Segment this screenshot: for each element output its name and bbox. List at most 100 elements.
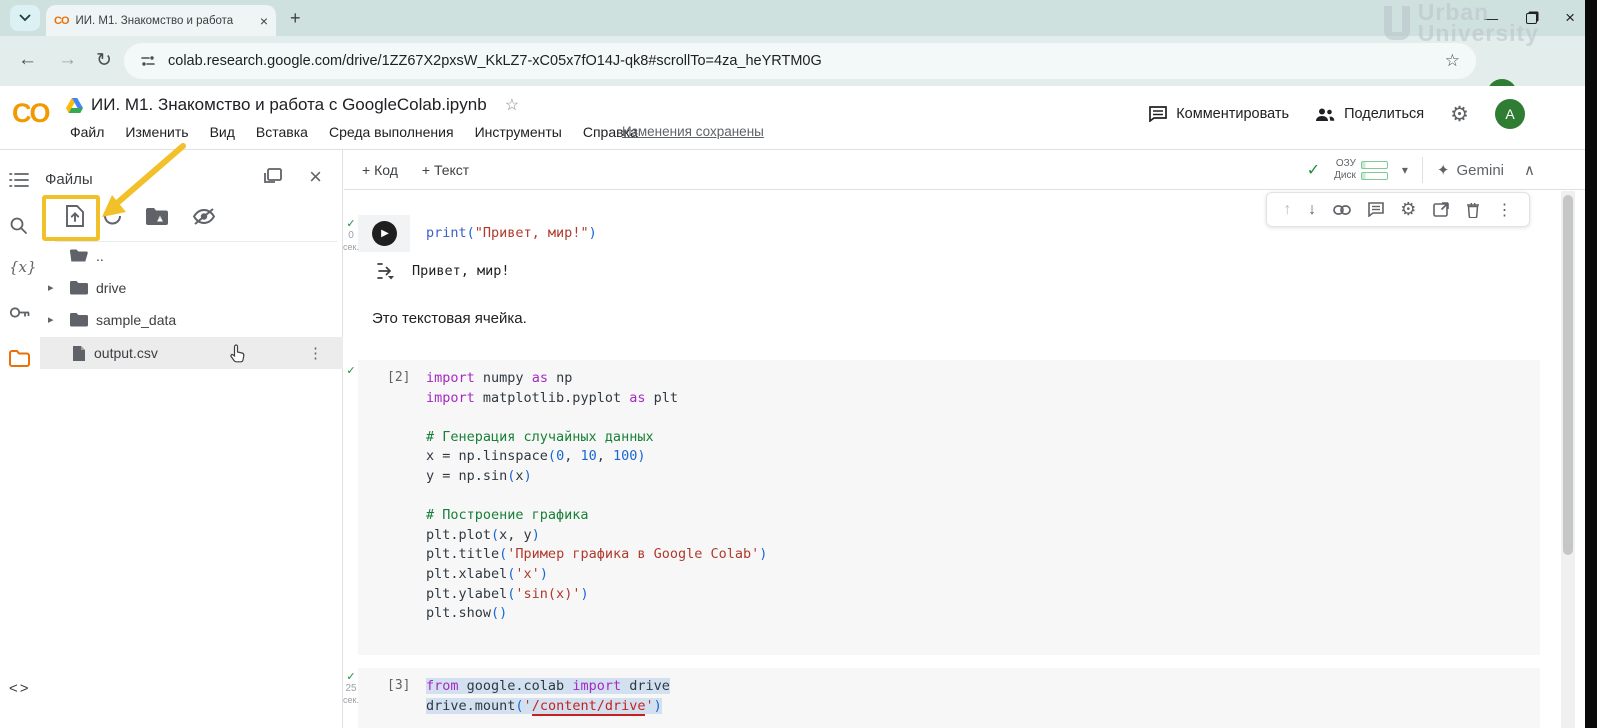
code-line: print("Привет, мир!") bbox=[426, 224, 597, 244]
files-folder-icon-active[interactable] bbox=[9, 350, 30, 367]
code-line: plt.title('Пример графика в Google Colab… bbox=[426, 545, 1530, 565]
cell-exec-time: 0 bbox=[343, 230, 359, 242]
chevron-down-icon bbox=[19, 14, 31, 22]
code-cell-2[interactable]: [2] import numpy as npimport matplotlib.… bbox=[358, 360, 1540, 655]
comment-button[interactable]: Комментировать bbox=[1149, 106, 1289, 122]
delete-cell-trash-icon[interactable] bbox=[1466, 202, 1480, 218]
file-options-kebab-icon[interactable]: ⋮ bbox=[308, 344, 325, 362]
cell-2-gutter: ✓ bbox=[343, 366, 359, 377]
output-icon[interactable] bbox=[376, 262, 395, 280]
notebook-area: + Код + Текст ✓ ОЗУ Диск ▾ ✦ bbox=[344, 150, 1585, 728]
file-icon bbox=[72, 345, 86, 362]
browser-tab[interactable]: CO ИИ. М1. Знакомство и работа × bbox=[46, 5, 276, 36]
search-icon[interactable] bbox=[9, 216, 28, 235]
code-snippets-icon[interactable]: <> bbox=[9, 680, 31, 697]
site-settings-icon[interactable] bbox=[140, 53, 156, 69]
left-rail: {x} <> bbox=[0, 150, 40, 728]
refresh-files-icon[interactable] bbox=[103, 205, 123, 227]
mount-drive-icon[interactable] bbox=[145, 207, 169, 226]
cell-more-kebab-icon[interactable]: ⋮ bbox=[1497, 200, 1513, 220]
code-line: y = np.sin(x) bbox=[426, 467, 1530, 487]
cell-exec-time-unit: сек. bbox=[343, 695, 359, 705]
collapse-header-icon[interactable]: ∧ bbox=[1524, 161, 1535, 179]
browser-tab-bar: CO ИИ. М1. Знакомство и работа × + — × bbox=[0, 0, 1597, 36]
expand-arrow-icon[interactable]: ▸ bbox=[48, 281, 54, 294]
open-in-tab-icon[interactable] bbox=[1433, 202, 1449, 217]
scrollbar-thumb[interactable] bbox=[1563, 195, 1573, 555]
browser-toolbar: ← → ↻ colab.research.google.com/drive/1Z… bbox=[0, 36, 1597, 86]
menu-item[interactable]: Вставка bbox=[256, 124, 308, 140]
folder-icon bbox=[69, 280, 88, 295]
gemini-button[interactable]: ✦ Gemini bbox=[1437, 161, 1504, 179]
notebook-star-icon[interactable]: ☆ bbox=[505, 95, 519, 115]
colab-avatar[interactable]: A bbox=[1495, 99, 1525, 129]
cell-settings-gear-icon[interactable]: ⚙ bbox=[1400, 199, 1416, 220]
tab-search-button[interactable] bbox=[10, 5, 40, 31]
code-line: plt.plot(x, y) bbox=[426, 526, 1530, 546]
colab-logo[interactable]: CO bbox=[12, 98, 49, 129]
open-folder-icon bbox=[69, 248, 88, 263]
refresh-icon[interactable]: ↻ bbox=[96, 49, 112, 72]
secrets-key-icon[interactable] bbox=[9, 306, 30, 319]
comment-icon bbox=[1149, 106, 1167, 122]
comment-label: Комментировать bbox=[1176, 106, 1289, 122]
window-close-button[interactable]: × bbox=[1565, 8, 1575, 28]
tab-close-icon[interactable]: × bbox=[260, 13, 268, 29]
code-cell-3[interactable]: [3] from google.colab import drivedrive.… bbox=[358, 668, 1540, 728]
link-icon[interactable] bbox=[1333, 205, 1351, 215]
move-cell-down-icon[interactable]: ↓ bbox=[1308, 201, 1316, 219]
people-icon bbox=[1315, 107, 1335, 122]
cell-exec-time-unit: сек. bbox=[343, 242, 359, 252]
resources-dropdown-icon[interactable]: ▾ bbox=[1402, 163, 1408, 177]
variables-icon[interactable]: {x} bbox=[9, 258, 37, 276]
url-text[interactable]: colab.research.google.com/drive/1ZZ67X2p… bbox=[168, 53, 822, 69]
popout-icon[interactable] bbox=[264, 168, 282, 184]
add-code-button[interactable]: + Код bbox=[362, 162, 398, 178]
menu-item[interactable]: Инструменты bbox=[475, 124, 562, 140]
expand-arrow-icon[interactable]: ▸ bbox=[48, 313, 54, 326]
share-label: Поделиться bbox=[1344, 106, 1424, 122]
share-button[interactable]: Поделиться bbox=[1315, 106, 1424, 122]
code-line: drive.mount('/content/drive') bbox=[426, 697, 1530, 717]
settings-gear-icon[interactable]: ⚙ bbox=[1450, 102, 1469, 127]
window-restore-button[interactable] bbox=[1526, 13, 1537, 24]
cell-run-area[interactable]: ▶ bbox=[358, 215, 410, 252]
add-text-button[interactable]: + Текст bbox=[422, 162, 469, 178]
folder-icon bbox=[69, 312, 88, 327]
table-of-contents-icon[interactable] bbox=[9, 172, 29, 188]
bookmark-star-icon[interactable]: ☆ bbox=[1445, 51, 1460, 71]
tree-item-label: output.csv bbox=[94, 345, 158, 361]
move-cell-up-icon[interactable]: ↑ bbox=[1283, 201, 1291, 219]
notebook-toolbar: + Код + Текст ✓ ОЗУ Диск ▾ ✦ bbox=[344, 150, 1585, 190]
resource-monitor[interactable]: ОЗУ Диск bbox=[1334, 158, 1388, 182]
menu-item[interactable]: Вид bbox=[210, 124, 235, 140]
cell-3-code[interactable]: from google.colab import drivedrive.moun… bbox=[426, 677, 1530, 716]
tree-item-output-csv[interactable]: output.csv ⋮ bbox=[40, 337, 343, 369]
cell-1-code[interactable]: print("Привет, мир!") bbox=[410, 215, 597, 252]
tree-item-drive[interactable]: ▸ drive bbox=[40, 272, 343, 303]
menu-item[interactable]: Изменить bbox=[125, 124, 188, 140]
menu-item[interactable]: Среда выполнения bbox=[329, 124, 454, 140]
new-tab-button[interactable]: + bbox=[290, 8, 301, 29]
screen: CO ИИ. М1. Знакомство и работа × + — × U… bbox=[0, 0, 1597, 728]
notebook-title[interactable]: ИИ. М1. Знакомство и работа с GoogleCola… bbox=[91, 95, 487, 115]
cell-comment-icon[interactable] bbox=[1368, 202, 1384, 217]
run-cell-button[interactable]: ▶ bbox=[372, 221, 397, 246]
window-minimize-button[interactable]: — bbox=[1484, 10, 1498, 26]
tree-item-parent-dir[interactable]: .. bbox=[40, 240, 343, 271]
hidden-files-eye-off-icon[interactable] bbox=[192, 207, 216, 226]
tree-item-sample-data[interactable]: ▸ sample_data bbox=[40, 304, 343, 335]
tree-item-label: sample_data bbox=[96, 312, 176, 328]
back-icon[interactable]: ← bbox=[18, 49, 37, 71]
address-bar[interactable]: colab.research.google.com/drive/1ZZ67X2p… bbox=[124, 43, 1476, 79]
cell-2-code[interactable]: import numpy as npimport matplotlib.pypl… bbox=[426, 369, 1530, 624]
menu-item[interactable]: Файл bbox=[70, 124, 104, 140]
code-line: x = np.linspace(0, 10, 100) bbox=[426, 447, 1530, 467]
disk-label: Диск bbox=[1334, 170, 1356, 182]
files-panel-close-icon[interactable]: × bbox=[309, 164, 322, 190]
forward-icon[interactable]: → bbox=[58, 49, 77, 71]
colab-favicon-icon: CO bbox=[54, 15, 69, 27]
text-cell[interactable]: Это текстовая ячейка. bbox=[372, 310, 527, 327]
saved-status-link[interactable]: Изменения сохранены bbox=[622, 124, 764, 139]
upload-file-icon[interactable] bbox=[65, 204, 85, 228]
